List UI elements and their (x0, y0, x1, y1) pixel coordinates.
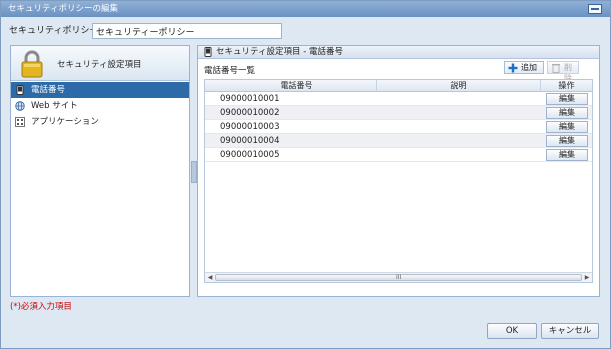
scroll-left-arrow-icon[interactable]: ◀ (205, 273, 215, 282)
table-row[interactable]: 09000010005 編集 (205, 148, 592, 162)
tree-list: 電話番号 Web サイト アプリケーション (11, 82, 189, 130)
security-settings-tree-panel: セキュリティ設定項目 電話番号 Web サイト アプリケーション (10, 45, 190, 297)
tree-header: セキュリティ設定項目 (11, 46, 189, 81)
edit-security-policy-dialog: セキュリティポリシーの編集 セキュリティポリシー名:* セキュリティ設定項目 電… (0, 0, 611, 349)
phone-cell: 09000010004 (220, 136, 280, 146)
table-row[interactable]: 09000010003 編集 (205, 120, 592, 134)
phone-cell: 09000010003 (220, 122, 280, 132)
horizontal-scrollbar[interactable]: ◀ III ▶ (205, 272, 592, 282)
lock-icon (21, 50, 43, 78)
phone-icon (204, 47, 212, 57)
phone-cell: 09000010001 (220, 94, 280, 104)
column-header-description[interactable]: 説明 (377, 80, 541, 92)
phone-icon (16, 85, 24, 95)
table-row[interactable]: 09000010004 編集 (205, 134, 592, 148)
policy-name-row: セキュリティポリシー名:* (9, 23, 282, 39)
grid-header-row: 電話番号 説明 操作 (205, 80, 592, 92)
grid-body: 09000010001 編集 09000010002 編集 0900001000… (205, 92, 592, 162)
delete-button[interactable]: 削除 (547, 61, 579, 83)
scroll-right-arrow-icon[interactable]: ▶ (582, 273, 592, 282)
table-row[interactable]: 09000010001 編集 (205, 92, 592, 106)
plus-icon (508, 63, 518, 73)
add-button-label: 追加 (521, 63, 537, 72)
title-bar: セキュリティポリシーの編集 (1, 1, 610, 17)
tree-item-label: アプリケーション (31, 117, 99, 127)
phone-list-title: 電話番号一覧 (204, 66, 256, 76)
edit-button[interactable]: 編集 (546, 93, 588, 105)
edit-button[interactable]: 編集 (546, 121, 588, 133)
tree-item-phone-number[interactable]: 電話番号 (11, 82, 189, 98)
window-title: セキュリティポリシーの編集 (8, 4, 118, 14)
tree-item-application[interactable]: アプリケーション (11, 114, 189, 130)
scrollbar-thumb[interactable]: III (215, 274, 582, 281)
ok-button[interactable]: OK (487, 323, 537, 339)
add-button[interactable]: 追加 (504, 61, 544, 74)
tree-item-web-site[interactable]: Web サイト (11, 98, 189, 114)
policy-name-input[interactable] (92, 23, 282, 39)
phone-cell: 09000010005 (220, 150, 280, 160)
globe-icon (15, 101, 25, 111)
edit-button[interactable]: 編集 (546, 107, 588, 119)
tree-header-label: セキュリティ設定項目 (57, 60, 142, 70)
column-header-operation: 操作 (558, 81, 575, 90)
phone-number-grid: 電話番号 説明 操作 09000010001 編集 09000010002 編集… (204, 79, 593, 283)
column-header-phone[interactable]: 電話番号 (217, 80, 377, 92)
settings-panel-header: セキュリティ設定項目 - 電話番号 (198, 46, 599, 59)
table-row[interactable]: 09000010002 編集 (205, 106, 592, 120)
scrollbar-grip: III (396, 274, 402, 281)
settings-panel-title: セキュリティ設定項目 - 電話番号 (216, 47, 343, 57)
tree-item-label: 電話番号 (31, 85, 66, 95)
phone-number-settings-panel: セキュリティ設定項目 - 電話番号 電話番号一覧 追加 削除 電話番号 説明 操… (197, 45, 600, 297)
edit-button[interactable]: 編集 (546, 149, 588, 161)
edit-button[interactable]: 編集 (546, 135, 588, 147)
app-grid-icon (15, 117, 25, 127)
required-fields-note: (*)必須入力項目 (10, 302, 72, 312)
tree-item-label: Web サイト (31, 101, 78, 111)
phone-cell: 09000010002 (220, 108, 280, 118)
restore-window-icon[interactable] (588, 4, 602, 14)
trash-icon (552, 64, 560, 73)
cancel-button[interactable]: キャンセル (541, 323, 599, 339)
